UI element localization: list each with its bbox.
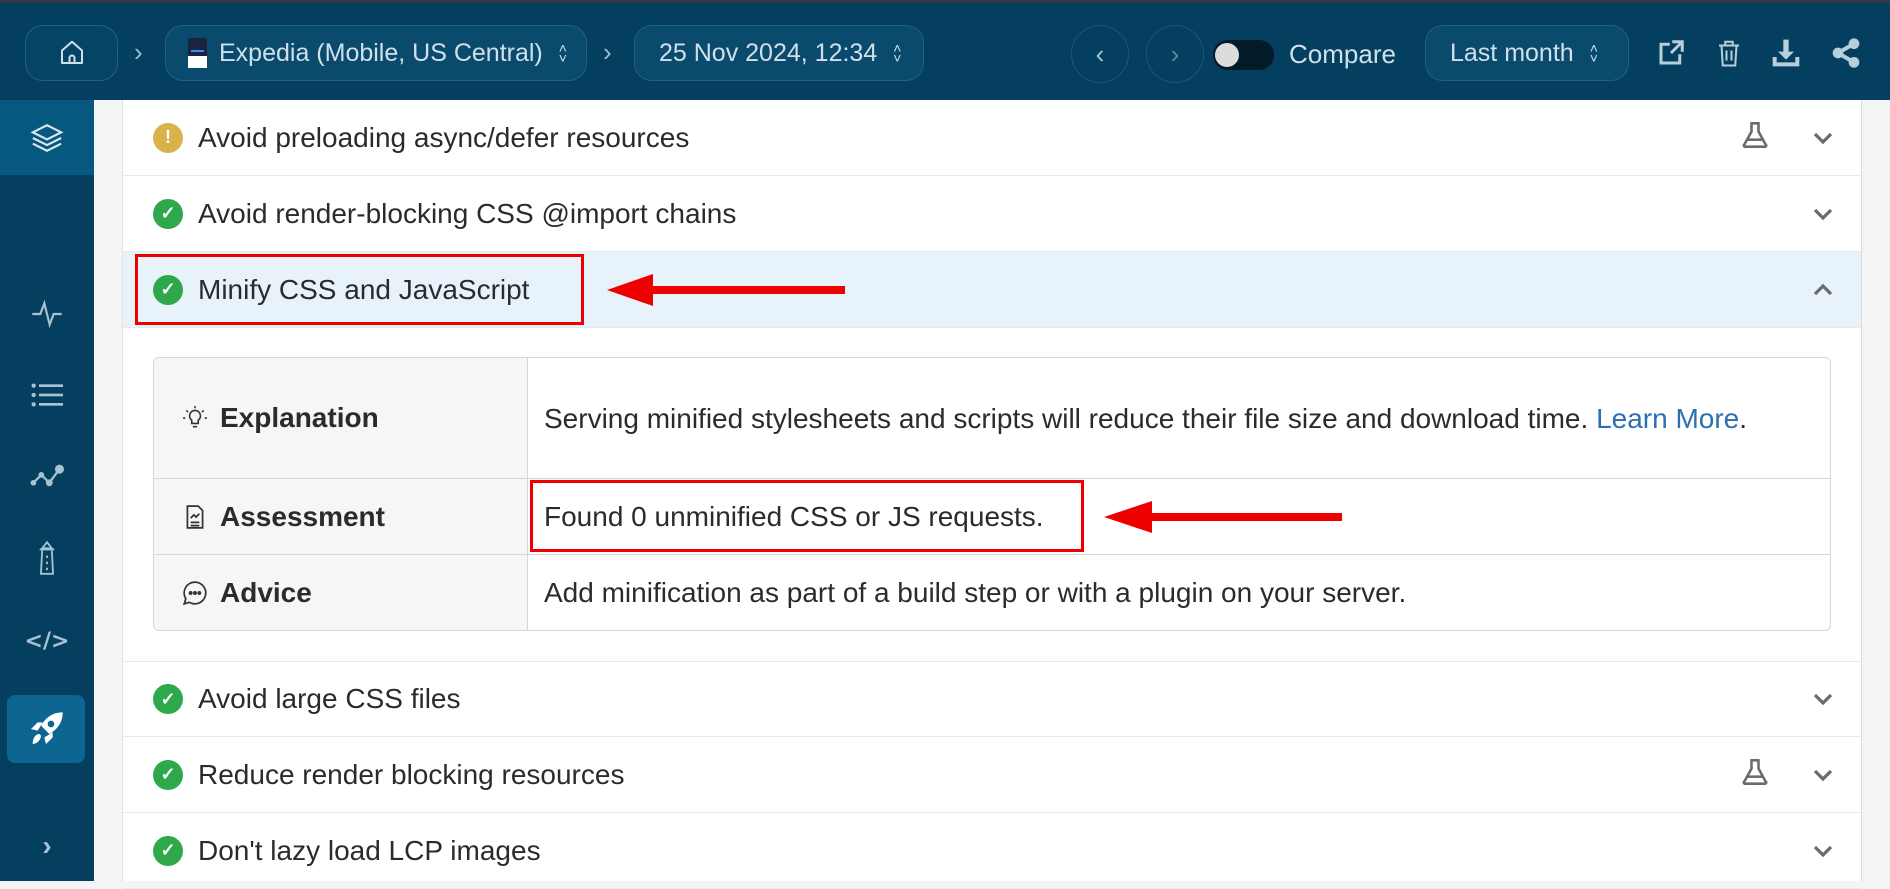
lightbulb-icon: [183, 406, 207, 428]
audit-title: Don't lazy load LCP images: [198, 834, 541, 866]
chevron-left-icon: ‹: [1095, 38, 1105, 69]
site-selector[interactable]: Expedia (Mobile, US Central) ˄ ˅: [165, 25, 587, 81]
trend-icon: [30, 464, 64, 487]
flask-icon: [1741, 758, 1769, 791]
sidebar-item-trend[interactable]: [0, 440, 94, 512]
site-selector-label: Expedia (Mobile, US Central): [219, 38, 543, 67]
highlight-box-assessment: [530, 480, 1084, 552]
check-icon: ✓: [153, 684, 183, 714]
audit-row[interactable]: ✓ Reduce render blocking resources: [123, 737, 1861, 813]
share-icon: [1832, 38, 1860, 68]
audit-title: Avoid render-blocking CSS @import chains: [198, 197, 737, 229]
advice-label-cell: Advice: [154, 555, 528, 630]
explanation-suffix: .: [1739, 402, 1748, 434]
audit-row[interactable]: ✓ Don't lazy load LCP images: [123, 813, 1861, 889]
chevron-down-icon[interactable]: [1811, 126, 1835, 150]
range-selector-label: Last month: [1450, 38, 1574, 67]
audit-row[interactable]: ✓ Avoid render-blocking CSS @import chai…: [123, 176, 1861, 252]
chevron-down-icon[interactable]: [1811, 202, 1835, 226]
up-down-icon: ˄ ˅: [558, 40, 567, 66]
chevron-down-icon[interactable]: [1811, 687, 1835, 711]
audit-row[interactable]: ✓ Avoid large CSS files: [123, 661, 1861, 737]
details-row-explanation: Explanation Serving minified stylesheets…: [154, 358, 1830, 479]
sidebar-item-code[interactable]: </>: [0, 605, 94, 677]
sidebar-item-pulse[interactable]: [0, 278, 94, 350]
top-bar: › Expedia (Mobile, US Central) ˄ ˅ › 25 N…: [0, 0, 1890, 100]
external-link-icon: [1659, 40, 1684, 65]
pulse-icon: [32, 299, 62, 329]
lighthouse-icon: [39, 541, 55, 575]
explanation-label-cell: Explanation: [154, 358, 528, 478]
explanation-text: Serving minified stylesheets and scripts…: [544, 402, 1589, 434]
chevron-up-icon[interactable]: [1811, 278, 1835, 302]
delete-button[interactable]: [1711, 35, 1747, 71]
sidebar-expand-button[interactable]: ›: [0, 810, 94, 882]
learn-more-link[interactable]: Learn More: [1596, 403, 1739, 434]
sidebar-item-performance[interactable]: [7, 695, 85, 763]
sidebar-item-list[interactable]: [0, 359, 94, 431]
date-selector-label: 25 Nov 2024, 12:34: [659, 38, 878, 67]
previous-button[interactable]: ‹: [1071, 25, 1129, 83]
sidebar-item-lighthouse[interactable]: [0, 522, 94, 594]
rocket-icon: [31, 712, 63, 744]
details-row-advice: Advice Add minification as part of a bui…: [154, 555, 1830, 630]
flask-icon: [1741, 121, 1769, 154]
advice-label: Advice: [220, 576, 312, 608]
share-button[interactable]: [1828, 35, 1864, 71]
compare-label: Compare: [1289, 39, 1396, 69]
advice-value: Add minification as part of a build step…: [544, 577, 1407, 608]
scrollbar[interactable]: [1862, 100, 1890, 881]
assessment-label: Assessment: [220, 500, 385, 532]
breadcrumb-separator: ›: [603, 37, 612, 67]
up-down-icon: ˄ ˅: [893, 40, 902, 66]
assessment-label-cell: Assessment: [154, 479, 528, 554]
annotation-arrow: [1104, 501, 1342, 533]
date-selector[interactable]: 25 Nov 2024, 12:34 ˄ ˅: [634, 25, 924, 81]
sidebar-item-layers[interactable]: [0, 100, 94, 175]
layers-icon: [30, 123, 64, 152]
warning-icon: !: [153, 122, 183, 153]
code-icon: </>: [24, 628, 70, 654]
compare-toggle[interactable]: [1213, 40, 1274, 70]
explanation-value: Serving minified stylesheets and scripts…: [528, 358, 1830, 478]
home-icon: [60, 40, 83, 64]
trash-icon: [1719, 40, 1739, 67]
breadcrumb-separator: ›: [134, 37, 143, 67]
chevron-right-icon: ›: [1170, 38, 1180, 69]
next-button[interactable]: ›: [1146, 25, 1204, 83]
chat-bubble-icon: [182, 580, 207, 605]
chevron-down-icon[interactable]: [1811, 763, 1835, 787]
up-down-icon: ˄ ˅: [1589, 40, 1598, 66]
home-button[interactable]: [25, 25, 118, 81]
chevron-down-icon[interactable]: [1811, 839, 1835, 863]
download-icon: [1772, 39, 1800, 67]
sidebar: </> ›: [0, 100, 94, 881]
check-icon: ✓: [153, 759, 183, 790]
download-button[interactable]: [1768, 35, 1804, 71]
explanation-label: Explanation: [220, 402, 379, 433]
site-thumbnail: [188, 38, 207, 68]
audit-title: Avoid large CSS files: [198, 683, 461, 714]
report-icon: [186, 504, 204, 529]
range-selector[interactable]: Last month ˄ ˅: [1425, 25, 1629, 81]
open-external-button[interactable]: [1653, 35, 1689, 71]
list-icon: [31, 383, 63, 407]
audit-title: Avoid preloading async/defer resources: [198, 121, 690, 153]
chevron-right-icon: ›: [42, 830, 52, 861]
audit-row[interactable]: ! Avoid preloading async/defer resources: [123, 100, 1861, 176]
audit-title: Reduce render blocking resources: [198, 758, 625, 790]
check-icon: ✓: [153, 198, 183, 229]
check-icon: ✓: [153, 835, 183, 866]
highlight-box-audit-title: [135, 254, 584, 325]
annotation-arrow: [607, 274, 845, 306]
toggle-knob: [1215, 43, 1239, 67]
